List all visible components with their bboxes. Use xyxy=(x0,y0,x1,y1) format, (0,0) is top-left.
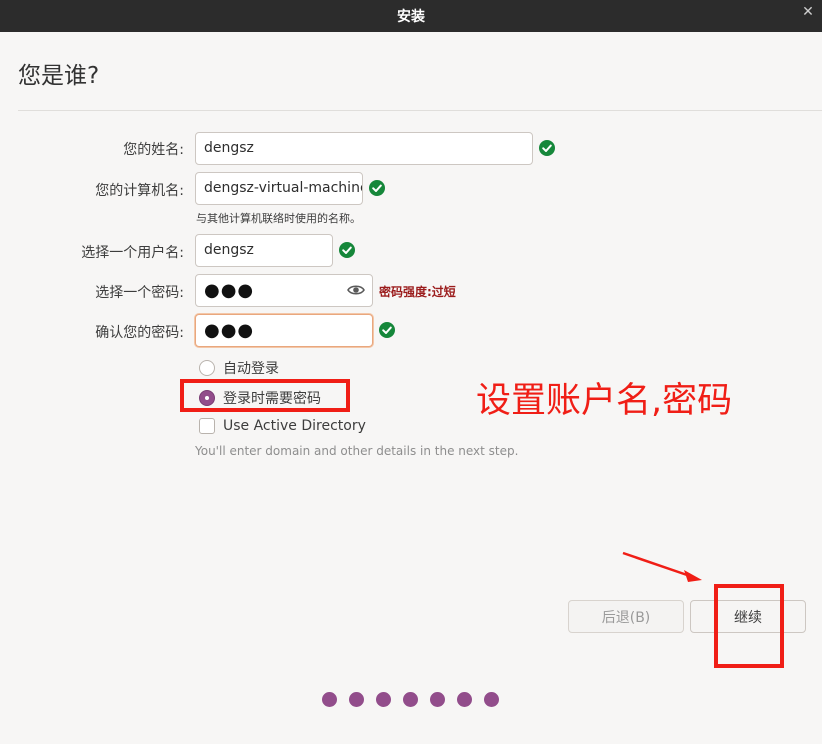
computer-name-label: 您的计算机名: xyxy=(95,183,184,199)
window-title: 安装 xyxy=(397,9,425,25)
username-value: dengsz xyxy=(204,242,254,258)
computer-name-input[interactable]: dengsz-virtual-machine xyxy=(195,172,363,205)
confirm-password-valid-check-icon xyxy=(379,322,395,338)
progress-dot xyxy=(457,692,472,707)
confirm-password-input[interactable]: ●●● xyxy=(195,314,373,347)
username-input[interactable]: dengsz xyxy=(195,234,333,267)
show-password-eye-icon[interactable] xyxy=(347,281,365,299)
back-button[interactable]: 后退(B) xyxy=(568,600,684,633)
progress-dot xyxy=(484,692,499,707)
name-valid-check-icon xyxy=(539,140,555,156)
header-divider xyxy=(18,110,822,111)
confirm-password-value: ●●● xyxy=(204,320,255,341)
name-input[interactable]: dengsz xyxy=(195,132,533,165)
annotation-box-continue xyxy=(714,584,784,668)
username-valid-check-icon xyxy=(339,242,355,258)
username-label: 选择一个用户名: xyxy=(81,245,184,261)
progress-dots xyxy=(322,692,511,707)
progress-dot xyxy=(322,692,337,707)
progress-dot xyxy=(349,692,364,707)
name-value: dengsz xyxy=(204,140,254,156)
password-label: 选择一个密码: xyxy=(95,285,184,301)
page-title: 您是谁? xyxy=(18,63,100,89)
active-directory-hint: You'll enter domain and other details in… xyxy=(195,444,519,458)
computer-name-valid-check-icon xyxy=(369,180,385,196)
auto-login-label: 自动登录 xyxy=(223,361,279,377)
confirm-password-label: 确认您的密码: xyxy=(95,325,184,341)
auto-login-radio[interactable] xyxy=(199,360,215,376)
annotation-text: 设置账户名,密码 xyxy=(476,381,733,421)
auto-login-option[interactable]: 自动登录 xyxy=(199,358,279,378)
password-value: ●●● xyxy=(204,280,255,301)
active-directory-checkbox[interactable] xyxy=(199,418,215,434)
computer-name-hint: 与其他计算机联络时使用的名称。 xyxy=(196,212,361,225)
password-strength-text: 密码强度:过短 xyxy=(379,285,456,299)
active-directory-label: Use Active Directory xyxy=(223,418,366,434)
annotation-box-require-password xyxy=(180,379,350,412)
close-icon[interactable]: ✕ xyxy=(802,5,814,19)
name-label: 您的姓名: xyxy=(123,142,184,158)
progress-dot xyxy=(403,692,418,707)
computer-name-value: dengsz-virtual-machine xyxy=(204,180,363,196)
progress-dot xyxy=(430,692,445,707)
window-titlebar: 安装 ✕ xyxy=(0,0,822,32)
progress-dot xyxy=(376,692,391,707)
active-directory-option[interactable]: Use Active Directory xyxy=(199,418,366,434)
